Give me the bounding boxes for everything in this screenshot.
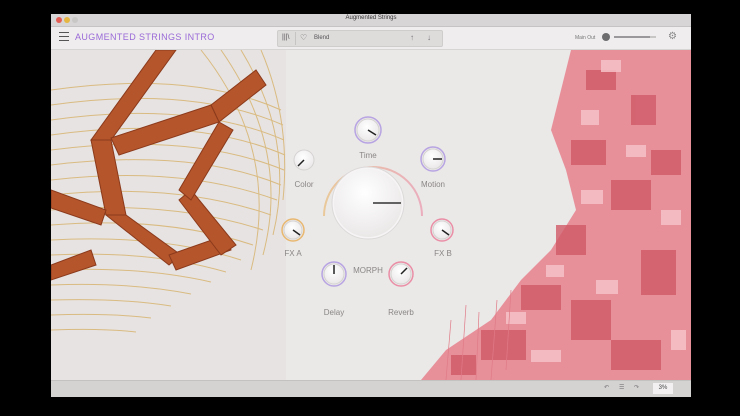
arrow-down-icon[interactable]: ↓ xyxy=(427,33,431,42)
status-bar: ↶ ☰ ↷ 3% xyxy=(51,380,691,397)
volume-slider[interactable] xyxy=(614,36,656,38)
fx-a-label: FX A xyxy=(284,249,302,258)
knob-motion[interactable] xyxy=(420,146,446,172)
color-label: Color xyxy=(294,180,314,189)
volume-knob[interactable] xyxy=(602,33,610,41)
knob-panel-graphic xyxy=(51,50,691,380)
plugin-window: Augmented Strings AUGMENTED STRINGS INTR… xyxy=(51,14,691,397)
hamburger-icon[interactable] xyxy=(59,32,69,41)
pink-cube-artwork xyxy=(421,50,691,380)
arrow-up-icon[interactable]: ↑ xyxy=(410,33,414,42)
main-panel: Time Color Motion FX A FX B MORPH Delay … xyxy=(51,50,691,380)
undo-icon[interactable]: ↶ xyxy=(604,384,609,391)
redo-icon[interactable]: ↷ xyxy=(634,384,639,391)
motion-label: Motion xyxy=(420,180,445,189)
library-icon[interactable]: |||\ xyxy=(282,34,289,41)
morph-label: MORPH xyxy=(353,266,383,275)
delay-label: Delay xyxy=(323,308,345,317)
wood-artwork xyxy=(51,50,286,380)
window-title: Augmented Strings xyxy=(345,15,397,21)
knob-fx-b[interactable] xyxy=(430,218,454,242)
preset-bar[interactable]: |||\ ♡ Blend ↑ ↓ xyxy=(277,30,443,47)
title-bar: Augmented Strings xyxy=(51,14,691,27)
gear-icon[interactable]: ⚙ xyxy=(668,31,677,42)
main-out-label: Main Out xyxy=(575,35,596,41)
toolbar: AUGMENTED STRINGS INTRO |||\ ♡ Blend ↑ ↓… xyxy=(51,27,691,50)
history-icon[interactable]: ☰ xyxy=(619,384,624,391)
preset-name[interactable]: Blend xyxy=(314,35,329,41)
knob-fx-a[interactable] xyxy=(281,218,305,242)
knob-morph[interactable] xyxy=(331,166,405,240)
reverb-label: Reverb xyxy=(388,308,414,317)
knob-time[interactable] xyxy=(354,116,382,144)
plugin-name: AUGMENTED STRINGS INTRO xyxy=(75,32,215,42)
heart-icon[interactable]: ♡ xyxy=(300,33,307,42)
volume-slider-fill xyxy=(614,36,650,38)
time-label: Time xyxy=(359,151,377,160)
knob-color[interactable] xyxy=(293,149,315,171)
zoom-level[interactable]: 3% xyxy=(653,383,673,394)
separator xyxy=(295,32,296,45)
fx-b-label: FX B xyxy=(434,249,452,258)
